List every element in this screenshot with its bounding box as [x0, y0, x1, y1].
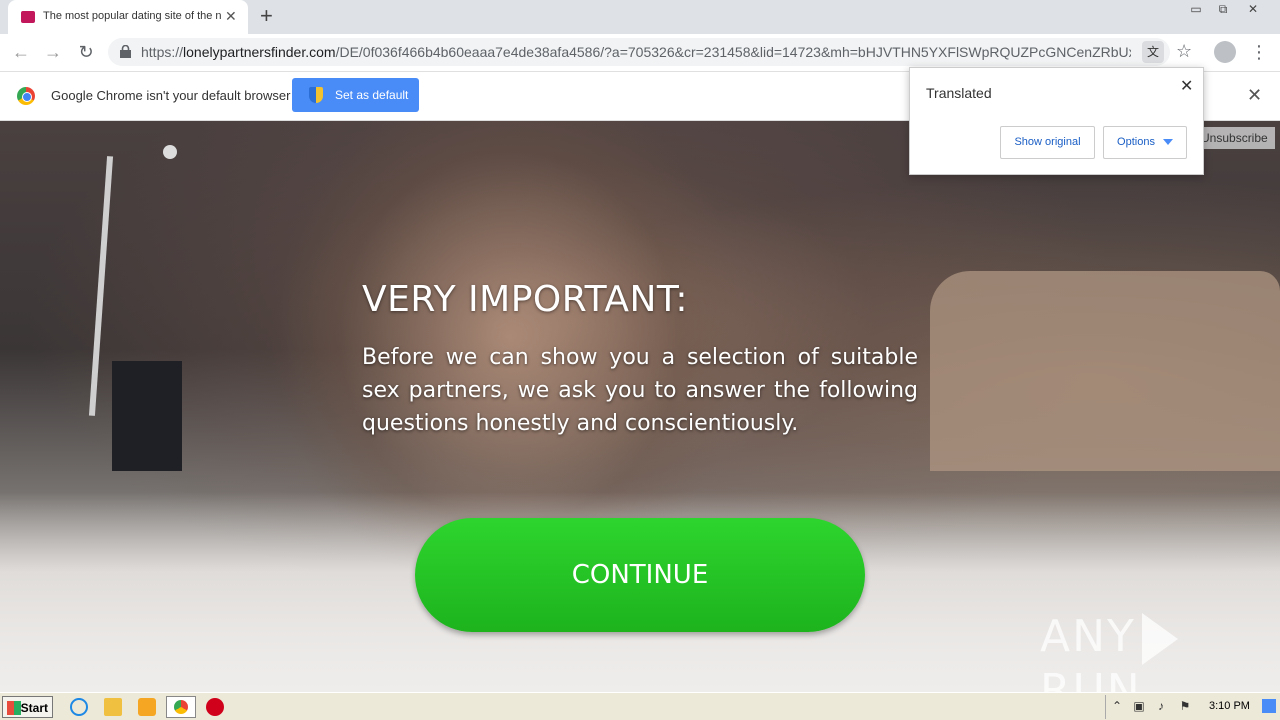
url-text: https://lonelypartnersfinder.com/DE/0f03…: [141, 44, 1131, 60]
unsubscribe-link[interactable]: Unsubscribe: [1195, 127, 1275, 149]
reload-icon[interactable]: ↻: [75, 41, 97, 63]
translate-popup: Translated ✕ Show original Options: [909, 67, 1204, 175]
tab-title: The most popular dating site of the n: [43, 10, 222, 22]
url-scheme: https://: [141, 44, 184, 60]
lock-icon: [120, 45, 131, 58]
url-path: /DE/0f036f466b4b60eaaa7e4de38afa4586/?a=…: [335, 44, 1131, 60]
menu-icon[interactable]: ⋮: [1250, 41, 1268, 63]
restore-button[interactable]: ⧉: [1210, 0, 1236, 18]
translate-options-button[interactable]: Options: [1103, 126, 1187, 159]
window-close-button[interactable]: ✕: [1240, 0, 1266, 18]
windows-taskbar: Start ⌃ ▣ ♪ ⚑ 3:10 PM: [0, 692, 1280, 720]
windows-logo-icon: [7, 701, 21, 715]
show-original-button[interactable]: Show original: [1000, 126, 1095, 159]
tab-close-icon[interactable]: ✕: [225, 8, 237, 24]
media-player-icon[interactable]: [138, 698, 156, 716]
chrome-logo-icon: [17, 87, 35, 105]
shield-icon: [309, 87, 323, 103]
background-speaker: [112, 361, 182, 471]
folder-icon[interactable]: [104, 698, 122, 716]
background-lamp: [88, 156, 114, 416]
set-as-default-button[interactable]: Set as default: [292, 78, 419, 112]
chevron-down-icon: [1162, 139, 1173, 146]
network-icon[interactable]: ▣: [1132, 699, 1146, 713]
forward-icon[interactable]: →: [42, 41, 64, 63]
ie-icon[interactable]: [70, 698, 88, 716]
chrome-taskbar-icon: [174, 700, 188, 714]
background-lamp-head: [163, 145, 177, 159]
start-button[interactable]: Start: [2, 696, 53, 718]
tab-active[interactable]: The most popular dating site of the n ✕: [8, 0, 248, 34]
action-center-flag-icon[interactable]: ⚑: [1178, 699, 1192, 713]
infobar-message: Google Chrome isn't your default browser: [51, 88, 291, 103]
new-tab-button[interactable]: +: [260, 5, 273, 27]
system-tray: ⌃ ▣ ♪ ⚑ 3:10 PM: [1105, 695, 1279, 719]
translate-popup-close-icon[interactable]: ✕: [1180, 76, 1193, 96]
show-desktop-icon[interactable]: [1262, 699, 1276, 713]
clock: 3:10 PM: [1209, 700, 1250, 712]
play-icon: [1141, 613, 1178, 665]
tray-expand-icon[interactable]: ⌃: [1110, 699, 1124, 713]
start-label: Start: [20, 701, 48, 715]
anyrun-watermark: ANY RUN: [1040, 611, 1280, 692]
set-as-default-label: Set as default: [335, 88, 409, 102]
site-favicon-icon: [21, 11, 35, 23]
translate-icon[interactable]: 文: [1142, 41, 1164, 63]
url-host: lonelypartnersfinder.com: [183, 44, 336, 60]
page-body-text: Before we can show you a selection of su…: [362, 345, 918, 436]
star-icon[interactable]: ☆: [1176, 40, 1192, 62]
address-bar[interactable]: https://lonelypartnersfinder.com/DE/0f03…: [108, 38, 1192, 66]
minimize-button[interactable]: ▭: [1183, 0, 1209, 18]
background-sofa: [930, 271, 1280, 471]
infobar-close-icon[interactable]: ✕: [1247, 85, 1262, 106]
translate-options-label: Options: [1117, 136, 1155, 148]
watermark-text-right: RUN: [1040, 665, 1142, 692]
tab-strip: The most popular dating site of the n ✕ …: [0, 0, 1280, 34]
continue-button[interactable]: CONTINUE: [415, 518, 865, 632]
chrome-taskbar-button[interactable]: [166, 696, 196, 718]
page-headline: VERY IMPORTANT:: [362, 279, 689, 320]
back-icon[interactable]: ←: [10, 41, 32, 63]
watermark-text-left: ANY: [1040, 611, 1136, 662]
profile-icon[interactable]: [1214, 41, 1236, 63]
stop-icon[interactable]: [206, 698, 224, 716]
volume-icon[interactable]: ♪: [1154, 699, 1168, 713]
translate-popup-title: Translated: [926, 85, 992, 101]
page-content: Unsubscribe VERY IMPORTANT: Before we ca…: [0, 121, 1280, 692]
